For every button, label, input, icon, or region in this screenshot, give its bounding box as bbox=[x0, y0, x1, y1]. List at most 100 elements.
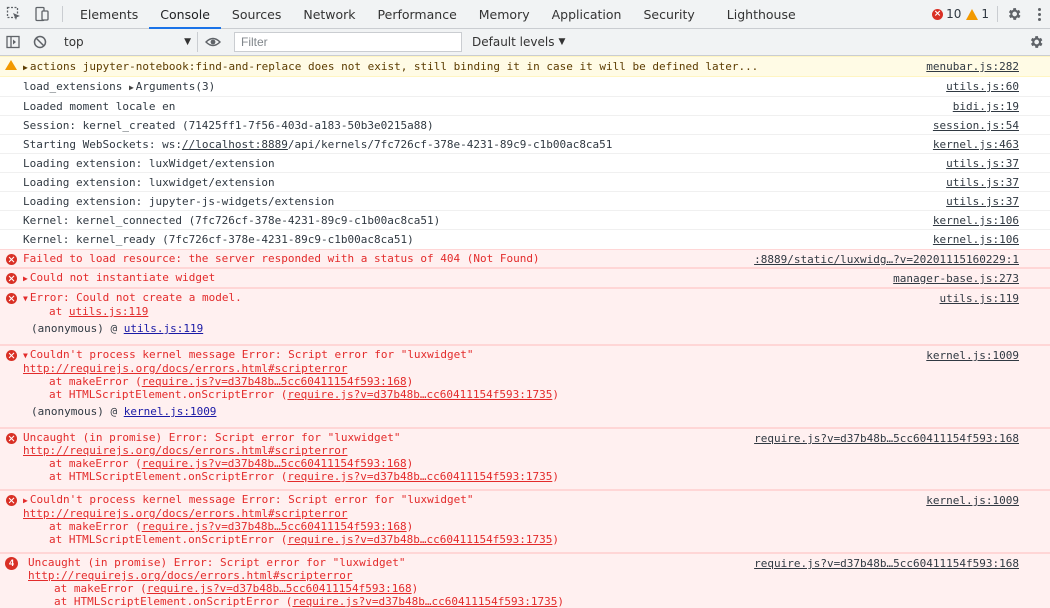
more-options-icon[interactable] bbox=[1028, 7, 1050, 21]
source-link[interactable]: manager-base.js:273 bbox=[893, 272, 1019, 285]
log-levels-label: Default levels bbox=[472, 35, 555, 49]
tab-performance[interactable]: Performance bbox=[367, 0, 468, 28]
stack-frame-link[interactable]: require.js?v=d37b48b…5cc60411154f593:168 bbox=[142, 375, 407, 388]
error-count: 10 bbox=[946, 7, 962, 21]
source-link[interactable]: :8889/static/luxwidg…?v=20201115160229:1 bbox=[754, 253, 1019, 266]
source-link[interactable]: kernel.js:1009 bbox=[926, 494, 1019, 507]
device-toolbar-icon[interactable] bbox=[28, 0, 56, 28]
warning-count: 1 bbox=[981, 7, 989, 21]
tab-label: Elements bbox=[80, 6, 139, 22]
source-link[interactable]: require.js?v=d37b48b…5cc60411154f593:168 bbox=[754, 432, 1019, 445]
tab-label: Security bbox=[643, 6, 695, 22]
expand-arrow-icon[interactable]: ▶ bbox=[23, 274, 28, 283]
stack-frame-prefix: at HTMLScriptElement.onScriptError ( bbox=[54, 595, 293, 608]
message-text: Couldn't process kernel message Error: S… bbox=[29, 493, 474, 506]
issue-counter[interactable]: × 10 1 bbox=[932, 7, 989, 21]
error-icon bbox=[6, 495, 17, 506]
log-levels-dropdown[interactable]: Default levels ▼ bbox=[472, 35, 565, 49]
error-icon bbox=[6, 273, 17, 284]
tab-lighthouse[interactable]: Lighthouse bbox=[706, 0, 807, 28]
console-message-error: ▶ Could not instantiate widget manager-ba… bbox=[0, 268, 1050, 288]
message-text: load_extensions bbox=[23, 80, 123, 93]
message-text: Session: kernel_created (71425ff1-7f56-4… bbox=[23, 119, 434, 132]
stack-frame-prefix: at makeError ( bbox=[49, 375, 142, 388]
arguments-object[interactable]: Arguments(3) bbox=[136, 80, 215, 93]
source-link[interactable]: kernel.js:106 bbox=[933, 214, 1019, 227]
console-settings-gear-icon[interactable] bbox=[1022, 29, 1050, 55]
tab-application[interactable]: Application bbox=[541, 0, 633, 28]
source-link[interactable]: utils.js:60 bbox=[946, 80, 1019, 93]
source-link[interactable]: utils.js:37 bbox=[946, 157, 1019, 170]
stack-frame-link[interactable]: require.js?v=d37b48b…cc60411154f593:1735 bbox=[287, 533, 552, 546]
stack-frame-suffix: ) bbox=[411, 582, 419, 595]
stack-frame-link[interactable]: require.js?v=d37b48b…cc60411154f593:1735 bbox=[287, 470, 552, 483]
stack-frame-link[interactable]: require.js?v=d37b48b…5cc60411154f593:168 bbox=[142, 457, 407, 470]
source-link[interactable]: kernel.js:463 bbox=[933, 138, 1019, 151]
console-message-log: Loaded moment locale en bidi.js:19 bbox=[0, 97, 1050, 116]
console-message-error: ▶ Couldn't process kernel message Error: … bbox=[0, 490, 1050, 553]
expand-arrow-icon[interactable]: ▶ bbox=[23, 63, 28, 72]
warning-count-icon bbox=[966, 8, 979, 20]
stack-frame-link[interactable]: require.js?v=d37b48b…cc60411154f593:1735 bbox=[292, 595, 557, 608]
tab-sources[interactable]: Sources bbox=[221, 0, 292, 28]
source-link[interactable]: session.js:54 bbox=[933, 119, 1019, 132]
tab-network[interactable]: Network bbox=[292, 0, 366, 28]
console-message-log: Loading extension: luxwidget/extension u… bbox=[0, 173, 1050, 192]
tab-elements[interactable]: Elements bbox=[69, 0, 149, 28]
console-message-error: Uncaught (in promise) Error: Script erro… bbox=[0, 428, 1050, 490]
error-doc-link[interactable]: http://requirejs.org/docs/errors.html#sc… bbox=[23, 444, 348, 457]
sidebar-toggle-icon[interactable] bbox=[0, 35, 26, 49]
source-link[interactable]: utils.js:37 bbox=[946, 195, 1019, 208]
stack-frame-link[interactable]: utils.js:119 bbox=[124, 322, 203, 335]
tab-security[interactable]: Security bbox=[632, 0, 705, 28]
error-doc-link[interactable]: http://requirejs.org/docs/errors.html#sc… bbox=[23, 507, 348, 520]
error-icon bbox=[6, 254, 17, 265]
source-link[interactable]: kernel.js:106 bbox=[933, 233, 1019, 246]
stack-frame-suffix: ) bbox=[406, 375, 414, 388]
collapse-arrow-icon[interactable]: ▼ bbox=[23, 294, 28, 303]
stack-frame-link[interactable]: require.js?v=d37b48b…5cc60411154f593:168 bbox=[147, 582, 412, 595]
error-doc-link[interactable]: http://requirejs.org/docs/errors.html#sc… bbox=[23, 362, 348, 375]
expand-arrow-icon[interactable]: ▶ bbox=[129, 83, 134, 92]
message-text: Kernel: kernel_ready (7fc726cf-378e-4231… bbox=[23, 233, 414, 246]
stack-frame-link[interactable]: kernel.js:1009 bbox=[124, 405, 217, 418]
source-link[interactable]: menubar.js:282 bbox=[926, 60, 1019, 73]
stack-frame-prefix: at makeError ( bbox=[54, 582, 147, 595]
stack-frame-suffix: ) bbox=[557, 595, 564, 608]
stack-anonymous-label: (anonymous) @ bbox=[31, 322, 124, 335]
source-link[interactable]: bidi.js:19 bbox=[953, 100, 1019, 113]
message-text: Couldn't process kernel message Error: S… bbox=[29, 348, 474, 361]
stack-frame-link[interactable]: utils.js:119 bbox=[69, 305, 148, 318]
dropdown-arrow-icon: ▼ bbox=[558, 37, 566, 47]
message-text: /api/kernels/7fc726cf-378e-4231-89c9-c1b… bbox=[287, 138, 613, 151]
tab-console[interactable]: Console bbox=[149, 0, 221, 29]
repeat-count-badge: 4 bbox=[5, 557, 18, 570]
tab-memory[interactable]: Memory bbox=[468, 0, 541, 28]
collapse-arrow-icon[interactable]: ▼ bbox=[23, 351, 28, 360]
clear-console-icon[interactable] bbox=[26, 35, 54, 49]
source-link[interactable]: kernel.js:1009 bbox=[926, 349, 1019, 362]
message-text: Error: Could not create a model. bbox=[29, 291, 242, 304]
source-link[interactable]: utils.js:37 bbox=[946, 176, 1019, 189]
source-link[interactable]: require.js?v=d37b48b…5cc60411154f593:168 bbox=[754, 557, 1019, 570]
live-expression-eye-icon[interactable] bbox=[198, 36, 228, 48]
source-link[interactable]: utils.js:119 bbox=[940, 292, 1019, 305]
console-message-log: Kernel: kernel_connected (7fc726cf-378e-… bbox=[0, 211, 1050, 230]
expand-arrow-icon[interactable]: ▶ bbox=[23, 496, 28, 505]
console-message-error: ▼ Couldn't process kernel message Error: … bbox=[0, 345, 1050, 428]
tab-label: Sources bbox=[231, 6, 282, 22]
dropdown-arrow-icon: ▼ bbox=[184, 37, 191, 47]
filter-input[interactable]: Filter bbox=[234, 32, 462, 52]
stack-frame-link[interactable]: require.js?v=d37b48b…5cc60411154f593:168 bbox=[142, 520, 407, 533]
inspect-element-icon[interactable] bbox=[0, 0, 28, 28]
stack-frame-link[interactable]: require.js?v=d37b48b…cc60411154f593:1735 bbox=[287, 388, 552, 401]
settings-gear-icon[interactable] bbox=[1000, 6, 1028, 22]
error-doc-link[interactable]: http://requirejs.org/docs/errors.html#sc… bbox=[28, 569, 353, 582]
context-selector[interactable]: top ▼ bbox=[58, 32, 198, 52]
error-icon bbox=[6, 293, 17, 304]
tab-label: Network bbox=[303, 6, 356, 22]
stack-frame-suffix: ) bbox=[552, 388, 559, 401]
message-text: Uncaught (in promise) Error: Script erro… bbox=[23, 431, 401, 444]
websocket-url-link[interactable]: //localhost:8889 bbox=[182, 138, 288, 151]
console-message-log: load_extensions ▶ Arguments(3) utils.js:6… bbox=[0, 77, 1050, 97]
